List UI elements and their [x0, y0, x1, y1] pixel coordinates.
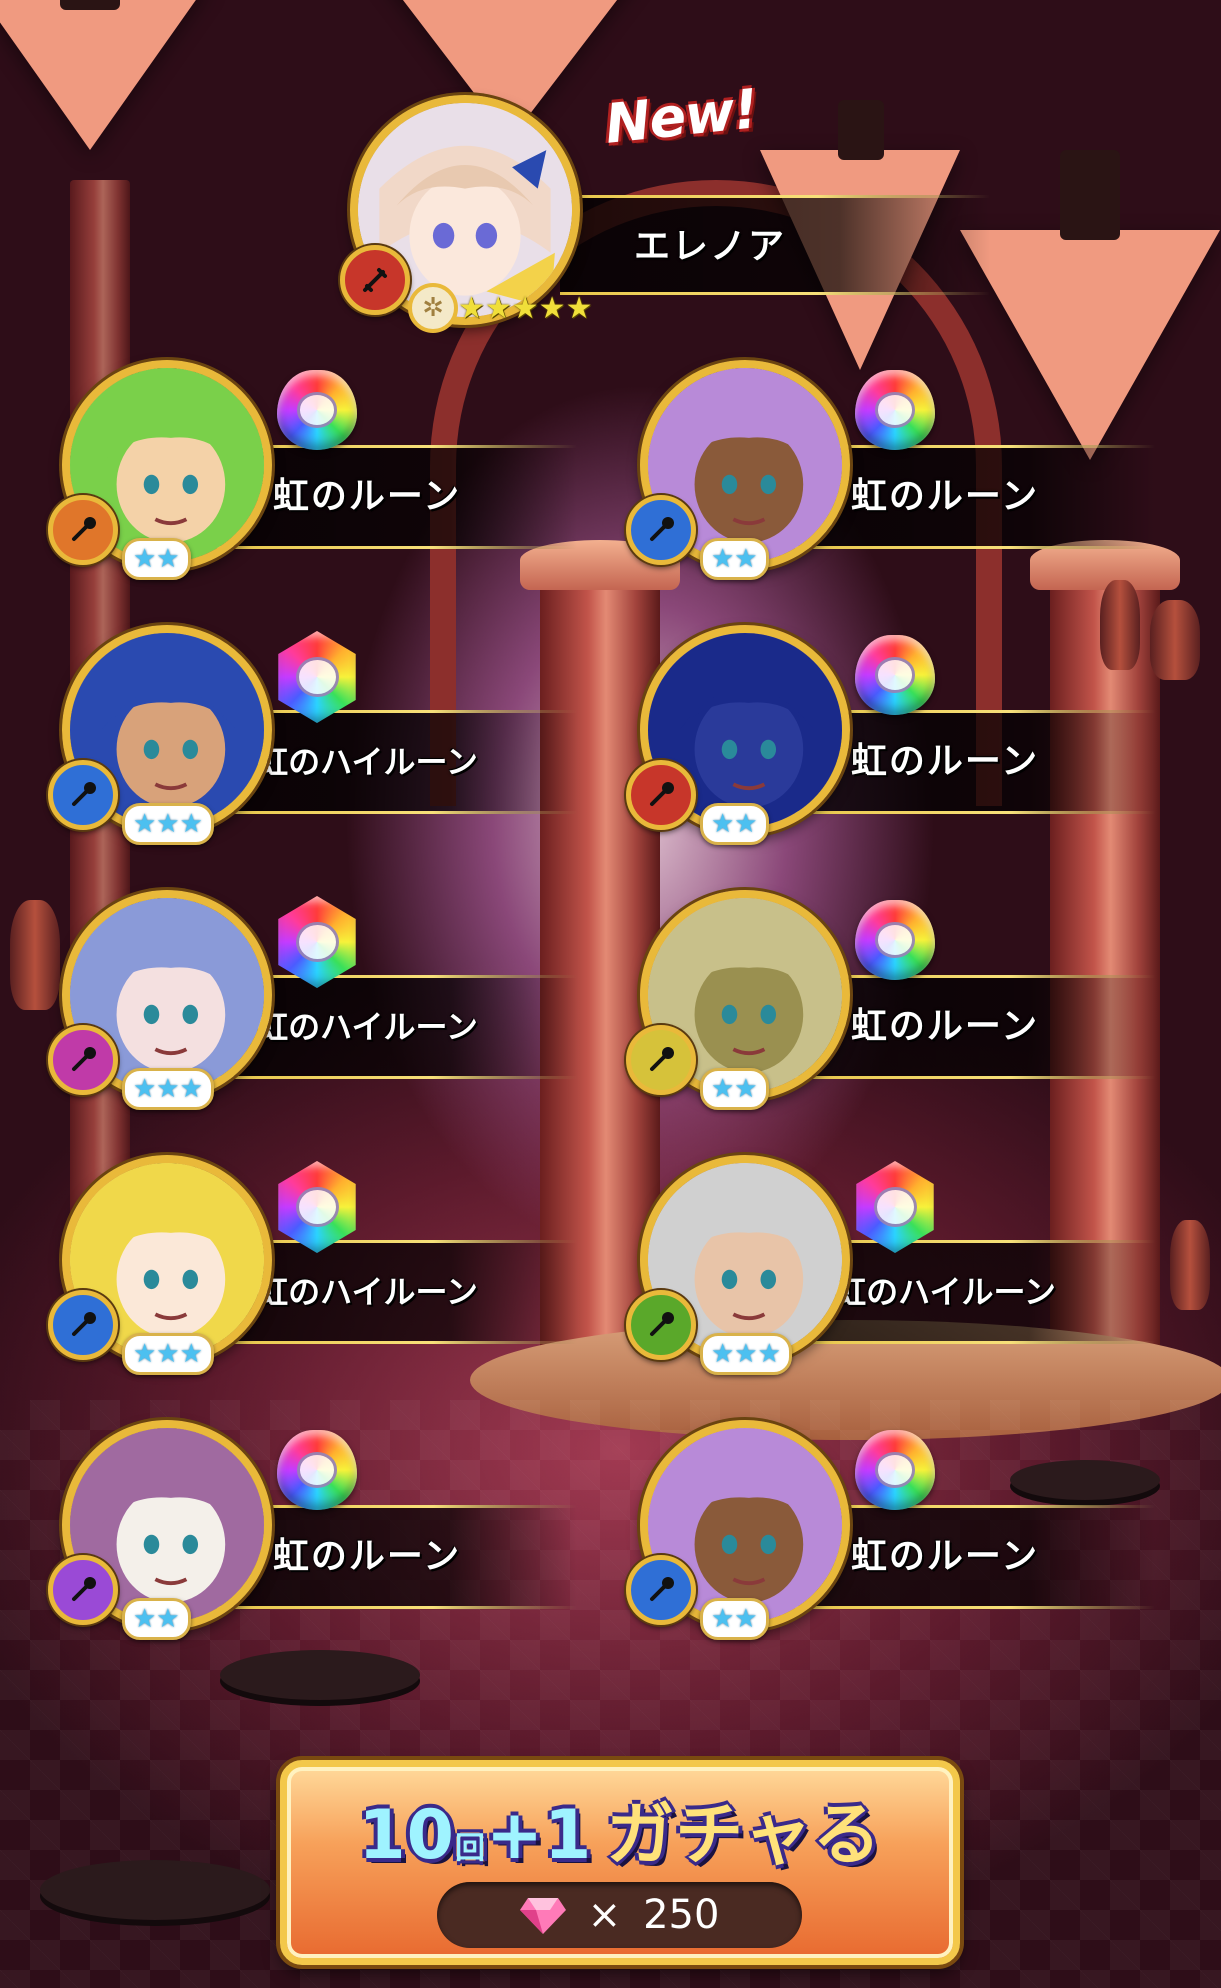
sword-icon: [340, 245, 410, 315]
gacha-10-plus-1-button[interactable]: 10回+1 ガチャる × 250: [280, 1760, 960, 1965]
axe-icon: [48, 760, 118, 830]
rainbow-rune-icon: [277, 1430, 357, 1510]
character-name: エレノア: [633, 226, 786, 267]
result-card[interactable]: 虹のハイルーン ★★★: [48, 890, 602, 1120]
result-card[interactable]: 虹のルーン ★★: [626, 1420, 1180, 1650]
staff-icon: [48, 1555, 118, 1625]
axe-icon: [48, 1290, 118, 1360]
gem-icon: [519, 1896, 566, 1934]
result-card[interactable]: 虹のルーン ★★: [626, 890, 1180, 1120]
rarity-stars: ★★: [700, 538, 769, 580]
featured-name-banner: エレノア: [560, 195, 990, 295]
rarity-stars: ★★: [700, 1068, 769, 1110]
rarity-stars: ★★★: [122, 803, 214, 845]
result-card[interactable]: 虹のルーン ★★: [626, 625, 1180, 855]
rarity-stars: ★★: [700, 803, 769, 845]
axe-icon: [626, 495, 696, 565]
rarity-stars: ★★: [122, 538, 191, 580]
result-card[interactable]: 虹のルーン ★★: [48, 360, 602, 590]
fist-icon: [48, 1025, 118, 1095]
result-card[interactable]: 虹のルーン ★★: [48, 1420, 602, 1650]
result-card[interactable]: 虹のルーン ★★: [626, 360, 1180, 590]
result-card[interactable]: 虹のハイルーン ★★★: [626, 1155, 1180, 1385]
gacha-cost: × 250: [437, 1882, 802, 1948]
leaf-icon: [626, 1290, 696, 1360]
rainbow-rune-icon: [855, 635, 935, 715]
rainbow-rune-icon: [855, 1430, 935, 1510]
rarity-stars: ★★: [700, 1598, 769, 1640]
result-card[interactable]: 虹のハイルーン ★★★: [48, 1155, 602, 1385]
cost-multiplier: ×: [587, 1892, 622, 1938]
rarity-stars: ★★★: [700, 1333, 792, 1375]
rainbow-rune-icon: [855, 900, 935, 980]
result-card[interactable]: 虹のハイルーン ★★★: [48, 625, 602, 855]
cost-amount: 250: [643, 1892, 720, 1938]
rarity-stars: ★★★★★: [458, 291, 593, 326]
rainbow-rune-icon: [277, 370, 357, 450]
bow-icon: [48, 495, 118, 565]
fist-icon: [626, 1025, 696, 1095]
rarity-stars: ★★★: [122, 1333, 214, 1375]
axe-icon: [626, 1555, 696, 1625]
rarity-stars: ★★★: [122, 1068, 214, 1110]
rainbow-rune-icon: [855, 370, 935, 450]
rarity-stars: ★★: [122, 1598, 191, 1640]
featured-result[interactable]: エレノア ✲ ★★★★★ New!: [340, 77, 990, 345]
new-badge: New!: [602, 77, 761, 156]
gacha-button-label: 10回+1 ガチャる: [358, 1796, 882, 1875]
sword-icon: [626, 760, 696, 830]
